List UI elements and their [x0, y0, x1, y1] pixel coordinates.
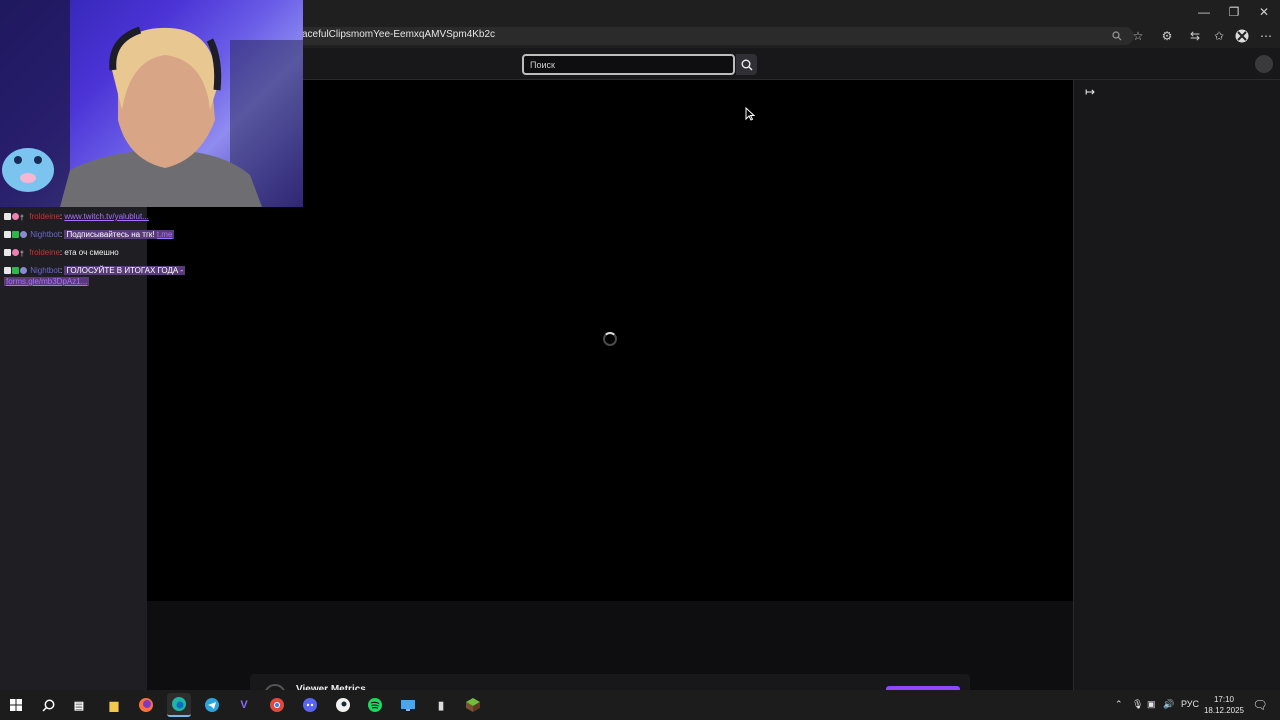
chat-message: Nightbot: ГОЛОСУЙТЕ В ИТОГАХ ГОДА - [4, 266, 186, 276]
chat-link[interactable]: t.me [157, 230, 173, 239]
chat-badge-icon [4, 249, 11, 256]
chat-username[interactable]: froldeine [29, 212, 60, 221]
monitor-app-icon[interactable] [396, 693, 420, 717]
right-sidebar [1073, 80, 1280, 690]
chat-message: † froldeine: ета оч смешно [4, 248, 119, 258]
loading-spinner-icon [603, 332, 617, 346]
chat-link[interactable]: forms.gle/mb3DpAz1... [4, 277, 90, 286]
chrome-icon[interactable] [265, 693, 289, 717]
verified-badge-icon [12, 267, 19, 274]
favorite-star-icon[interactable]: ☆ [1129, 27, 1147, 45]
profile-icon[interactable] [1233, 27, 1251, 45]
mouse-cursor-icon [745, 106, 756, 126]
zoom-icon[interactable] [1108, 27, 1126, 45]
verified-badge-icon [12, 231, 19, 238]
user-avatar[interactable] [1255, 55, 1273, 73]
task-view-icon[interactable]: ▤ [67, 693, 91, 717]
edge-icon[interactable] [167, 693, 191, 717]
language-indicator[interactable]: РУС [1181, 699, 1199, 709]
discord-icon[interactable] [298, 693, 322, 717]
close-window-button[interactable]: ✕ [1248, 0, 1280, 24]
microphone-icon[interactable]: 🎙 [1132, 699, 1143, 710]
notepad-icon[interactable]: ▮ [429, 693, 453, 717]
chat-link[interactable]: www.twitch.tv/yalublut... [64, 212, 148, 221]
favorites-icon[interactable]: ✩ [1210, 27, 1228, 45]
spotify-icon[interactable] [363, 693, 387, 717]
minecraft-icon[interactable] [461, 693, 485, 717]
extensions-icon[interactable]: ⚙ [1158, 27, 1176, 45]
split-screen-icon[interactable]: ⇆ [1186, 27, 1204, 45]
collapse-sidebar-icon[interactable]: ↦ [1082, 84, 1098, 100]
search-icon [741, 59, 752, 70]
sub-badge-icon [20, 267, 27, 274]
notifications-icon[interactable]: 🗨 [1252, 697, 1268, 713]
vivaldi-icon[interactable]: V [232, 693, 256, 717]
telegram-icon[interactable] [200, 693, 224, 717]
sub-badge-icon [20, 231, 27, 238]
firefox-icon[interactable] [134, 693, 158, 717]
search-input[interactable] [522, 54, 735, 75]
sword-badge-icon: † [20, 215, 24, 222]
sword-badge-icon: † [20, 251, 24, 258]
url-text[interactable]: acefulClipsmomYee-EemxqAMVSpm4Kb2c [302, 29, 495, 40]
chat-badge-icon [4, 267, 11, 274]
webcam-overlay [0, 0, 303, 207]
clock-time: 17:10 [1213, 695, 1235, 704]
chat-message-continued: forms.gle/mb3DpAz1... [4, 277, 90, 287]
webcam-person-image [0, 0, 303, 207]
chat-username[interactable]: Nightbot [30, 266, 60, 275]
tray-overflow-icon[interactable]: ⌃ [1115, 699, 1123, 710]
taskbar-clock[interactable]: 17:10 18.12.2025 [1200, 694, 1248, 716]
windows-taskbar [0, 690, 1280, 720]
clock-date: 18.12.2025 [1203, 706, 1245, 715]
minimize-button[interactable]: — [1188, 0, 1220, 24]
network-icon[interactable]: ▣ [1147, 699, 1156, 710]
steam-icon[interactable] [331, 693, 355, 717]
chat-message: Nightbot: Подписывайтесь на тгк! t.me [4, 230, 175, 240]
search-button[interactable] [736, 54, 757, 75]
volume-icon[interactable]: 🔊 [1163, 699, 1174, 710]
chat-username[interactable]: froldeine [29, 248, 60, 257]
taskbar-search-icon[interactable] [36, 693, 60, 717]
chat-message: † froldeine: www.twitch.tv/yalublut... [4, 212, 149, 222]
restore-button[interactable]: ❐ [1218, 0, 1250, 24]
more-menu-icon[interactable]: ⋯ [1257, 27, 1275, 45]
chat-badge-icon [4, 231, 11, 238]
chat-text: Подписывайтесь на тгк! [66, 230, 155, 239]
start-icon[interactable] [4, 693, 28, 717]
chat-badge-icon [4, 213, 11, 220]
heart-badge-icon [12, 213, 19, 220]
chat-username[interactable]: Nightbot [30, 230, 60, 239]
file-explorer-icon[interactable]: ▆ [102, 693, 126, 717]
chat-text: ГОЛОСУЙТЕ В ИТОГАХ ГОДА - [64, 266, 186, 275]
heart-badge-icon [12, 249, 19, 256]
chat-text: ета оч смешно [64, 248, 119, 257]
